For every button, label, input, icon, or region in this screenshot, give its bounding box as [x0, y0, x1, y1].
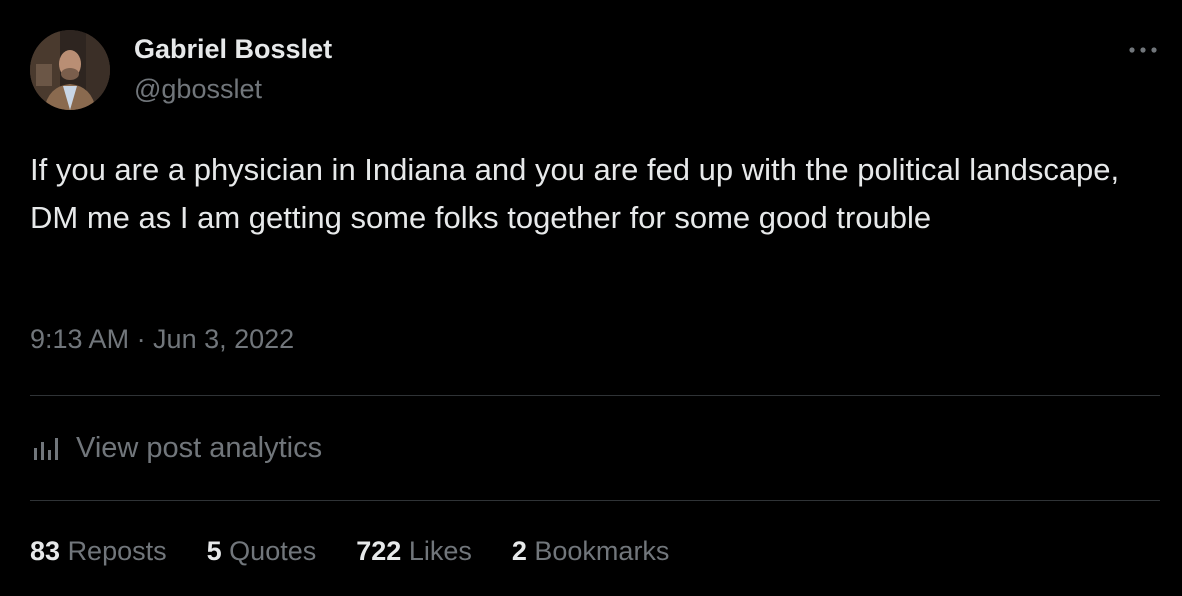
quotes-label: Quotes [229, 536, 317, 566]
avatar-image [30, 30, 110, 110]
engagement-stats: 83 Reposts 5 Quotes 722 Likes 2 Bookmark… [30, 536, 709, 567]
author-name[interactable]: Gabriel Bosslet [134, 34, 332, 65]
divider [30, 500, 1160, 501]
quotes-count: 5 [206, 536, 222, 566]
bookmarks-count: 2 [511, 536, 527, 566]
post-timestamp[interactable]: 9:13 AM · Jun 3, 2022 [30, 324, 294, 355]
bar-chart-icon [34, 438, 58, 460]
likes-count: 722 [356, 536, 402, 566]
bookmarks-stat[interactable]: 2 Bookmarks [512, 536, 670, 567]
bookmarks-label: Bookmarks [534, 536, 670, 566]
author-handle[interactable]: @gbosslet [134, 74, 262, 105]
avatar[interactable] [30, 30, 110, 110]
divider [30, 395, 1160, 396]
quotes-stat[interactable]: 5 Quotes [207, 536, 317, 567]
tweet-card: Gabriel Bosslet @gbosslet If you are a p… [0, 0, 1182, 596]
likes-stat[interactable]: 722 Likes [356, 536, 472, 567]
reposts-count: 83 [30, 536, 61, 566]
analytics-label: View post analytics [76, 431, 323, 464]
post-text: If you are a physician in Indiana and yo… [30, 152, 1120, 235]
view-analytics-link[interactable]: View post analytics [32, 430, 322, 466]
reposts-stat[interactable]: 83 Reposts [30, 536, 167, 567]
reposts-label: Reposts [67, 536, 167, 566]
likes-label: Likes [408, 536, 472, 566]
tweet-header: Gabriel Bosslet @gbosslet [30, 30, 1160, 112]
more-horizontal-icon[interactable] [1126, 40, 1160, 60]
